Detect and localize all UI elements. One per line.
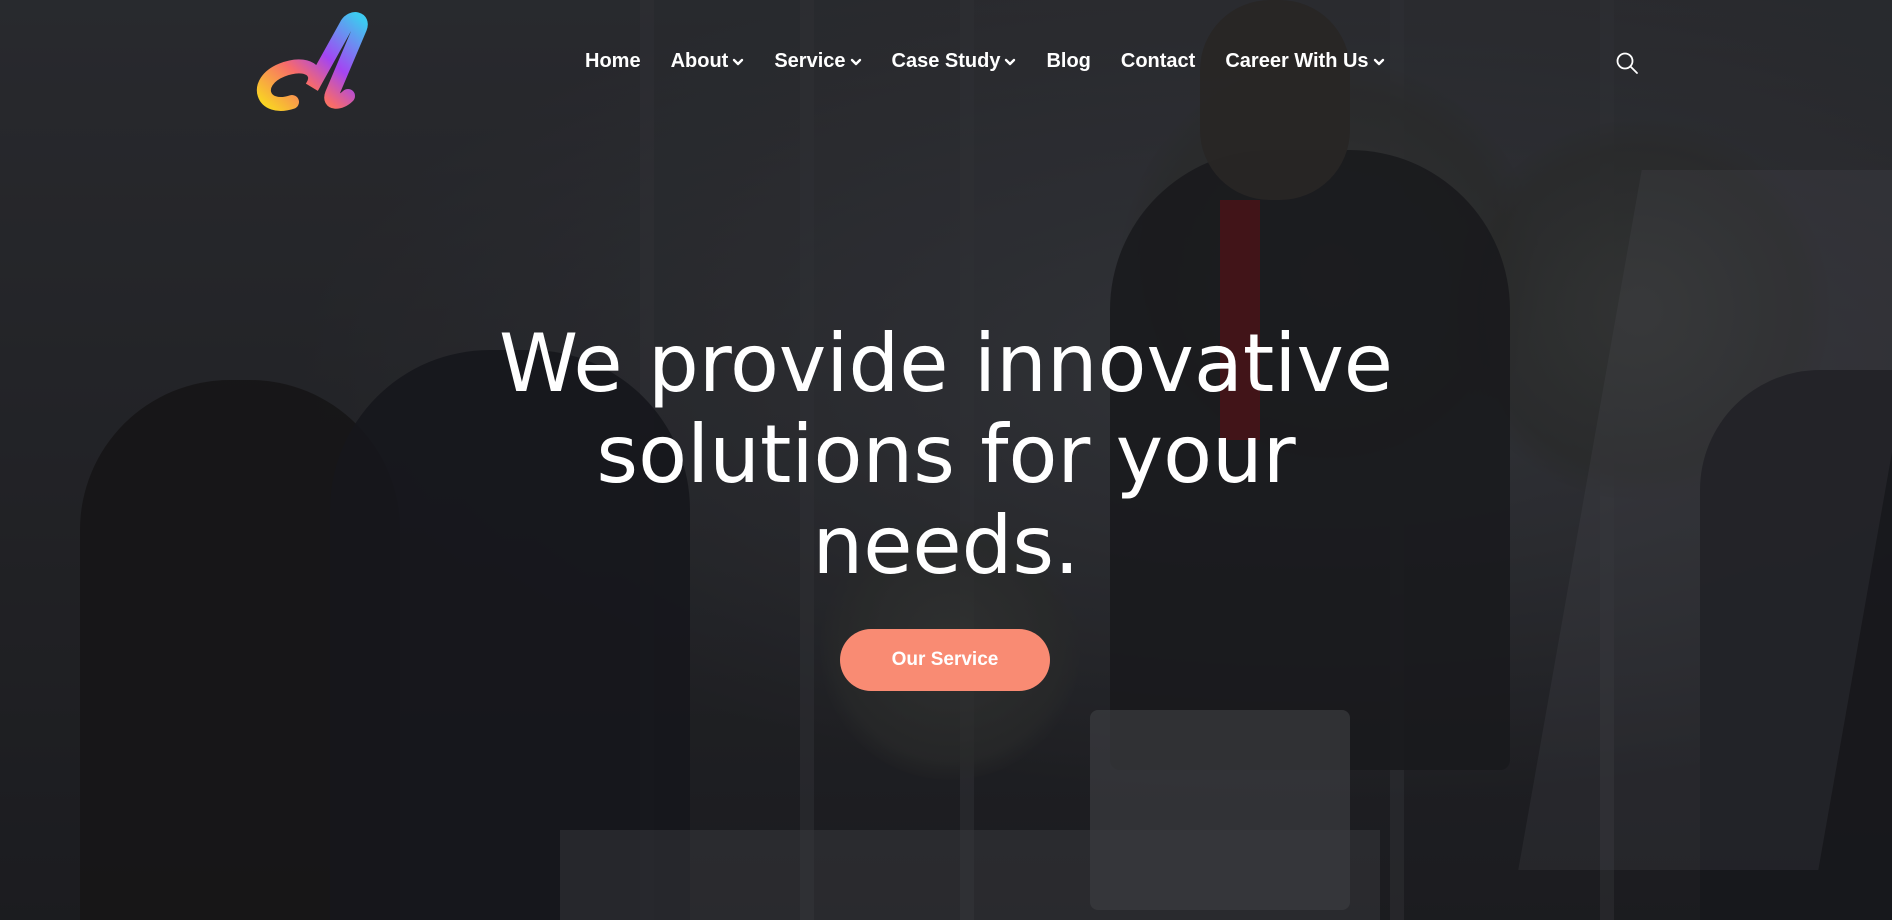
chevron-down-icon [1005,58,1016,65]
nav-item-label: Case Study [891,50,1001,72]
nav-item-case-study[interactable]: Case Study [892,50,1017,73]
nav-item-about[interactable]: About [671,50,745,73]
hero-title: We provide innovative solutions for your… [498,317,1394,592]
search-icon [1616,52,1638,74]
nav-item-label: Blog [1046,50,1091,72]
nav-item-label: Service [774,50,846,72]
nav-item-label: Career With Us [1225,50,1369,72]
nav-item-career-with-us[interactable]: Career With Us [1225,50,1384,73]
nav-item-label: About [670,50,729,72]
main-nav: Home About Service Case Study Blog Conta… [585,50,1415,73]
nav-item-blog[interactable]: Blog [1046,50,1090,73]
nav-item-label: Home [585,50,641,72]
nav-item-contact[interactable]: Contact [1121,50,1195,73]
nav-item-home[interactable]: Home [585,50,641,73]
nav-item-label: Contact [1120,50,1196,72]
hero-content: We provide innovative solutions for your… [0,318,1892,691]
brand-a-logo-icon [256,12,376,111]
chevron-down-icon [850,58,861,65]
site-header: Home About Service Case Study Blog Conta… [0,0,1892,130]
chevron-down-icon [1373,58,1384,65]
our-service-button[interactable]: Our Service [840,629,1050,691]
brand-logo[interactable] [252,12,378,118]
search-button[interactable] [1614,50,1640,76]
chevron-down-icon [733,58,744,65]
hero-section: Home About Service Case Study Blog Conta… [0,0,1892,920]
nav-item-service[interactable]: Service [774,50,861,73]
